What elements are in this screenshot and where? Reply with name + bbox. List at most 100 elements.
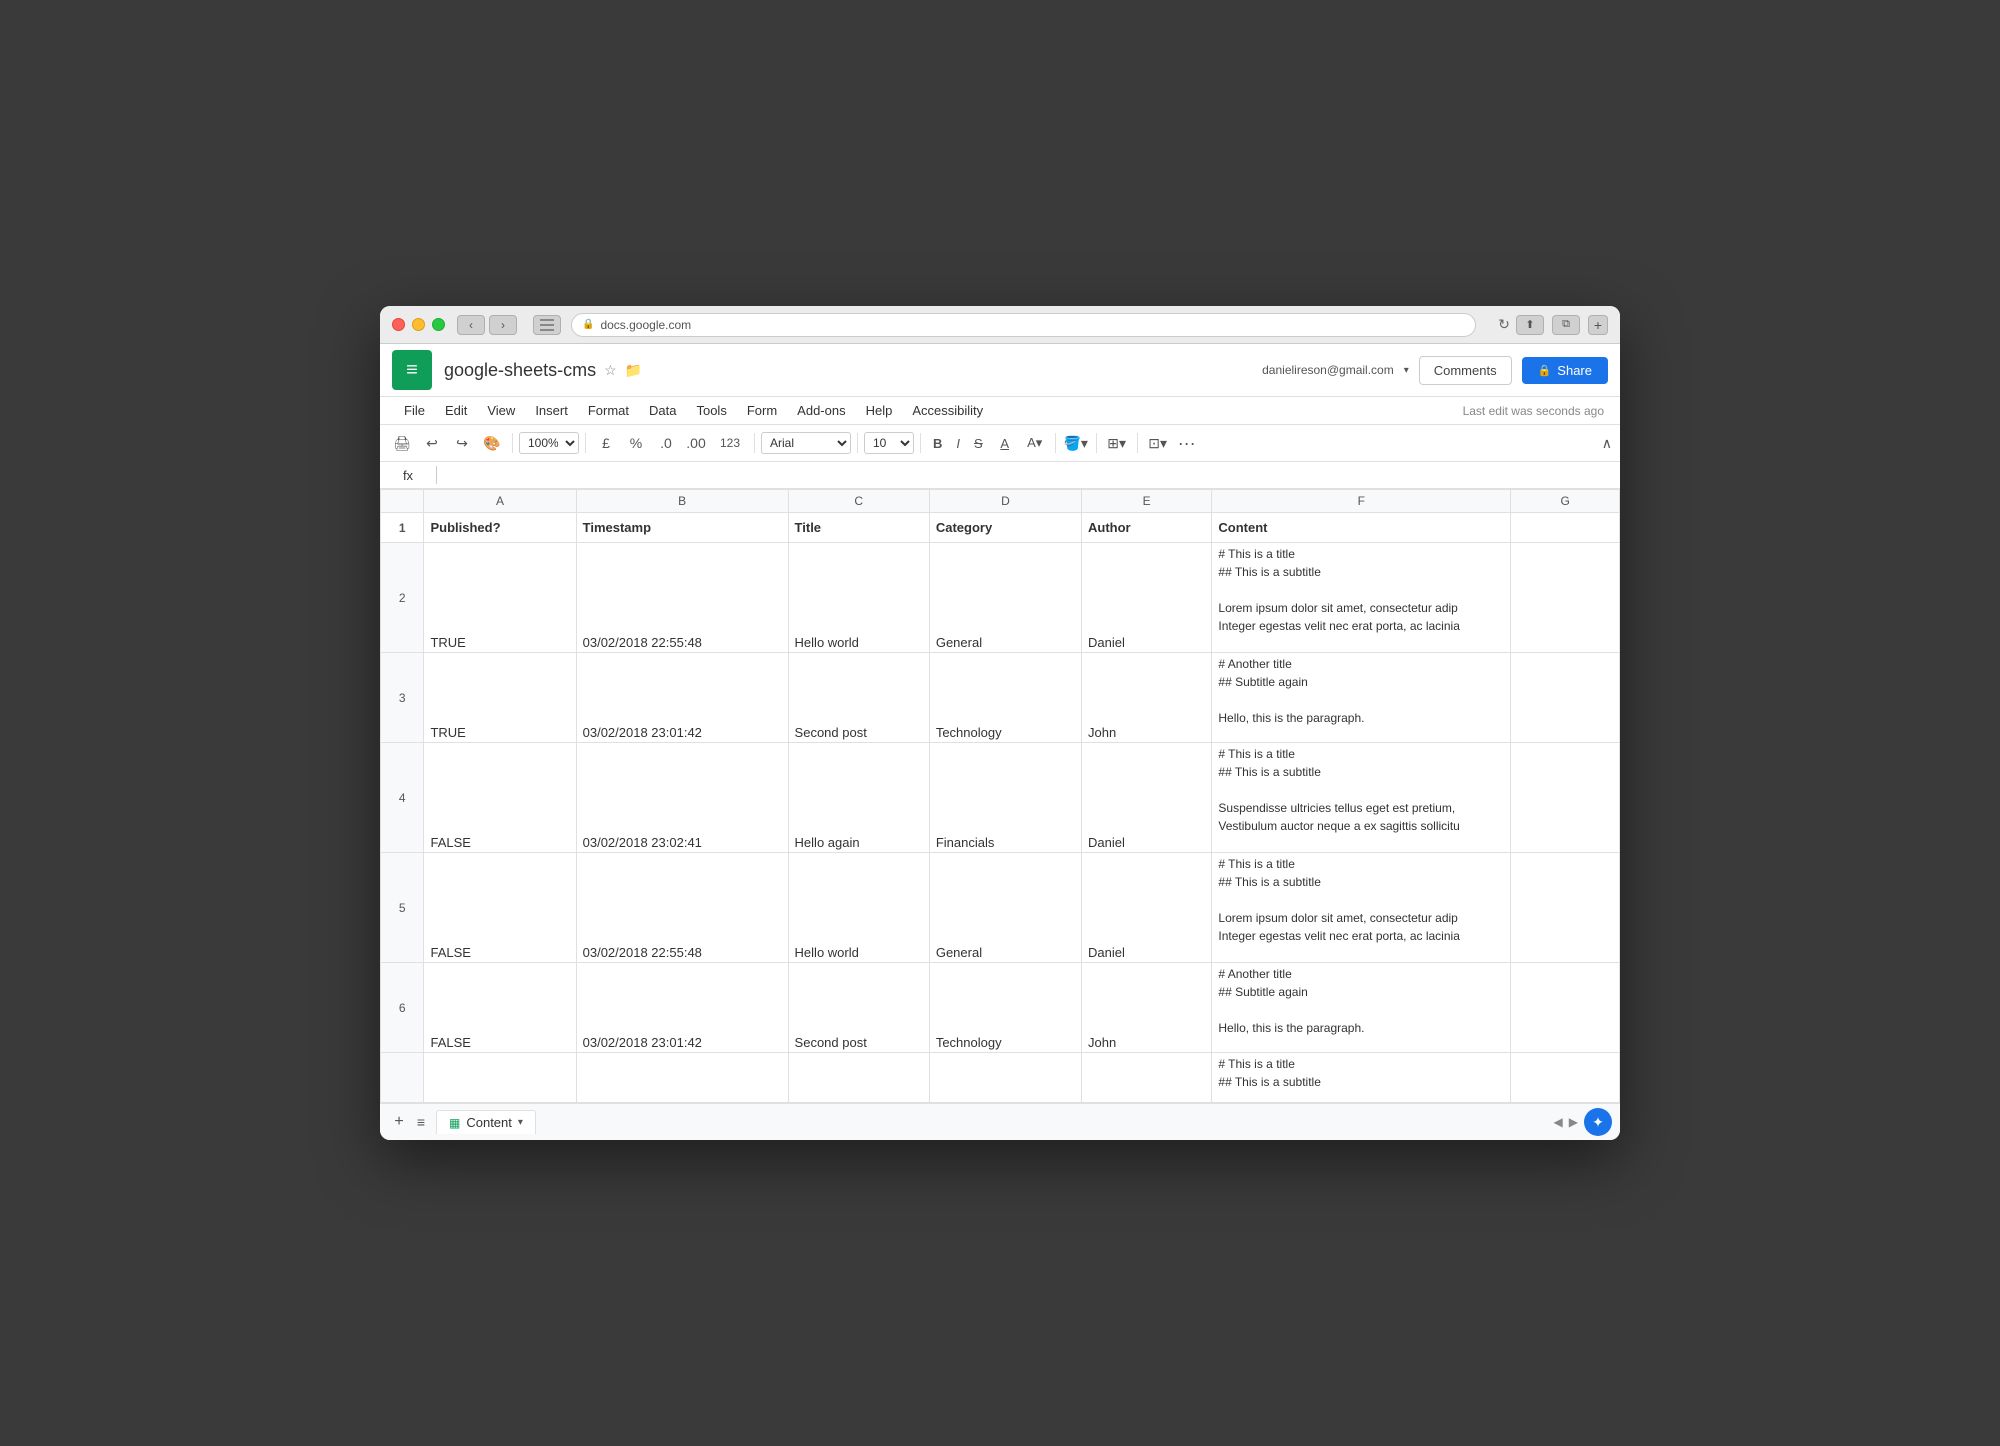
font-size-select[interactable]: 10 — [864, 432, 914, 454]
menu-tools[interactable]: Tools — [688, 399, 734, 422]
sheet-tab-content[interactable]: ▦ Content ▾ — [436, 1110, 536, 1134]
cell-g4[interactable] — [1511, 743, 1620, 853]
menu-data[interactable]: Data — [641, 399, 684, 422]
star-icon[interactable]: ☆ — [604, 362, 617, 379]
comments-button[interactable]: Comments — [1419, 356, 1512, 385]
cell-e7[interactable] — [1081, 1053, 1211, 1103]
share-window-button[interactable]: ⬆ — [1516, 315, 1544, 335]
menu-form[interactable]: Form — [739, 399, 785, 422]
cell-c6[interactable]: Second post — [788, 963, 929, 1053]
cell-e4[interactable]: Daniel — [1081, 743, 1211, 853]
cell-d7[interactable] — [929, 1053, 1081, 1103]
toolbar-collapse-icon[interactable]: ∧ — [1602, 435, 1612, 452]
menu-file[interactable]: File — [396, 399, 433, 422]
underline-button[interactable]: A — [991, 429, 1019, 457]
minimize-button[interactable] — [412, 318, 425, 331]
reload-button[interactable]: ↻ — [1492, 313, 1516, 337]
cell-a6[interactable]: FALSE — [424, 963, 576, 1053]
cell-d3[interactable]: Technology — [929, 653, 1081, 743]
cell-g6[interactable] — [1511, 963, 1620, 1053]
scroll-right-button[interactable]: ▶ — [1569, 1115, 1578, 1129]
back-button[interactable]: ‹ — [457, 315, 485, 335]
cell-c5[interactable]: Hello world — [788, 853, 929, 963]
add-tab-button[interactable]: + — [1588, 315, 1608, 335]
font-select[interactable]: Arial — [761, 432, 851, 454]
maximize-button[interactable] — [432, 318, 445, 331]
borders-button[interactable]: ⊞▾ — [1103, 429, 1131, 457]
cell-d2[interactable]: General — [929, 543, 1081, 653]
text-color-button[interactable]: A▾ — [1021, 429, 1049, 457]
grid-container[interactable]: A B C D E F G 1 Published? Timestamp — [380, 489, 1620, 1103]
col-header-d[interactable]: D — [929, 490, 1081, 513]
cell-g1[interactable] — [1511, 513, 1620, 543]
cell-a7[interactable] — [424, 1053, 576, 1103]
new-tab-button[interactable]: ⧉ — [1552, 315, 1580, 335]
cell-d5[interactable]: General — [929, 853, 1081, 963]
format-num-button[interactable]: 123 — [712, 429, 748, 457]
cell-b1[interactable]: Timestamp — [576, 513, 788, 543]
menu-accessibility[interactable]: Accessibility — [904, 399, 991, 422]
cell-a3[interactable]: TRUE — [424, 653, 576, 743]
cell-b5[interactable]: 03/02/2018 22:55:48 — [576, 853, 788, 963]
percent-button[interactable]: % — [622, 429, 650, 457]
cell-g7[interactable] — [1511, 1053, 1620, 1103]
col-header-e[interactable]: E — [1081, 490, 1211, 513]
cell-a5[interactable]: FALSE — [424, 853, 576, 963]
redo-button[interactable]: ↪ — [448, 429, 476, 457]
cell-c1[interactable]: Title — [788, 513, 929, 543]
address-bar[interactable]: 🔒 docs.google.com — [571, 313, 1476, 337]
bold-button[interactable]: B — [927, 434, 948, 453]
cell-f7[interactable]: # This is a title ## This is a subtitle — [1212, 1053, 1511, 1103]
paint-format-button[interactable]: 🎨 — [478, 429, 506, 457]
cell-f6[interactable]: # Another title ## Subtitle again Hello,… — [1212, 963, 1511, 1053]
menu-insert[interactable]: Insert — [527, 399, 576, 422]
cell-c4[interactable]: Hello again — [788, 743, 929, 853]
menu-format[interactable]: Format — [580, 399, 637, 422]
cell-c2[interactable]: Hello world — [788, 543, 929, 653]
cell-e2[interactable]: Daniel — [1081, 543, 1211, 653]
sheet-menu-button[interactable]: ≡ — [410, 1111, 432, 1133]
col-header-f[interactable]: F — [1212, 490, 1511, 513]
tab-button[interactable] — [533, 315, 561, 335]
strikethrough-button[interactable]: S — [968, 434, 989, 453]
formula-input[interactable] — [445, 468, 1612, 483]
print-button[interactable]: 🖨 — [388, 429, 416, 457]
more-options-icon[interactable]: ··· — [1178, 433, 1196, 454]
fill-color-button[interactable]: 🪣▾ — [1062, 429, 1090, 457]
doc-title[interactable]: google-sheets-cms — [444, 360, 596, 381]
cell-b6[interactable]: 03/02/2018 23:01:42 — [576, 963, 788, 1053]
cell-e1[interactable]: Author — [1081, 513, 1211, 543]
cell-d6[interactable]: Technology — [929, 963, 1081, 1053]
col-header-g[interactable]: G — [1511, 490, 1620, 513]
undo-button[interactable]: ↩ — [418, 429, 446, 457]
add-sheet-button[interactable]: + — [388, 1111, 410, 1133]
folder-icon[interactable]: 📁 — [625, 362, 642, 379]
cell-f5[interactable]: # This is a title ## This is a subtitle … — [1212, 853, 1511, 963]
cell-b2[interactable]: 03/02/2018 22:55:48 — [576, 543, 788, 653]
explore-button[interactable]: ✦ — [1584, 1108, 1612, 1136]
cell-g5[interactable] — [1511, 853, 1620, 963]
account-arrow-icon[interactable]: ▾ — [1404, 365, 1409, 376]
zoom-select[interactable]: 100% — [519, 432, 579, 454]
cell-g2[interactable] — [1511, 543, 1620, 653]
share-button[interactable]: 🔒 Share — [1522, 357, 1608, 384]
scroll-left-button[interactable]: ◀ — [1554, 1115, 1563, 1129]
menu-edit[interactable]: Edit — [437, 399, 475, 422]
forward-button[interactable]: › — [489, 315, 517, 335]
cell-f1[interactable]: Content — [1212, 513, 1511, 543]
cell-e3[interactable]: John — [1081, 653, 1211, 743]
cell-c3[interactable]: Second post — [788, 653, 929, 743]
cell-d1[interactable]: Category — [929, 513, 1081, 543]
decimal-less-button[interactable]: .0 — [652, 429, 680, 457]
col-header-b[interactable]: B — [576, 490, 788, 513]
cell-g3[interactable] — [1511, 653, 1620, 743]
cell-b3[interactable]: 03/02/2018 23:01:42 — [576, 653, 788, 743]
decimal-more-button[interactable]: .00 — [682, 429, 710, 457]
cell-b7[interactable] — [576, 1053, 788, 1103]
cell-e5[interactable]: Daniel — [1081, 853, 1211, 963]
cell-c7[interactable] — [788, 1053, 929, 1103]
cell-d4[interactable]: Financials — [929, 743, 1081, 853]
close-button[interactable] — [392, 318, 405, 331]
currency-button[interactable]: £ — [592, 429, 620, 457]
cell-a2[interactable]: TRUE — [424, 543, 576, 653]
